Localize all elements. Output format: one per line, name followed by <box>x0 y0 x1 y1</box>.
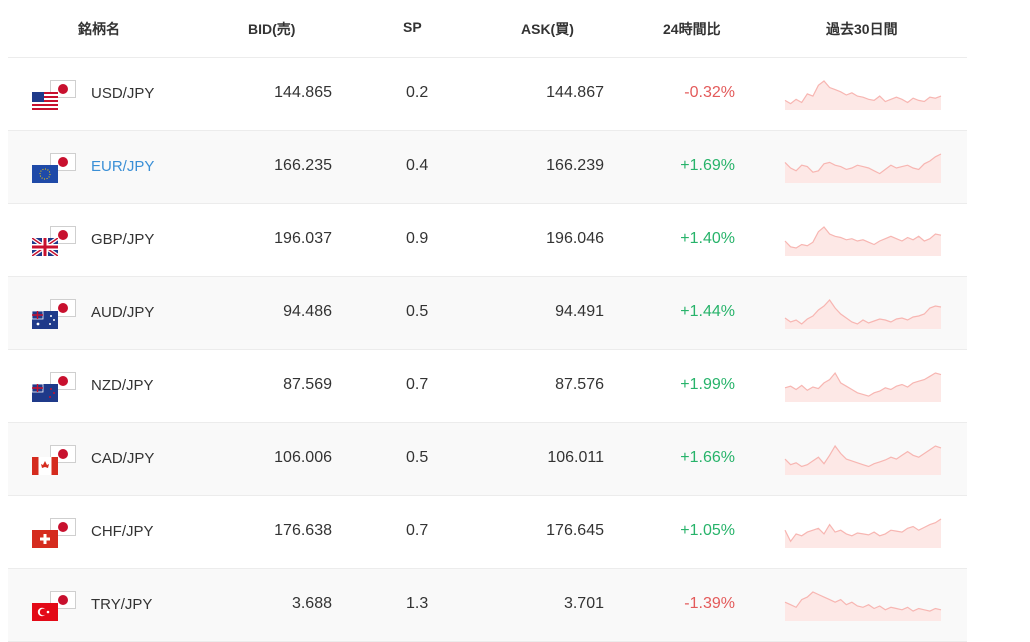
currency-pair-link[interactable]: GBP/JPY <box>91 231 154 248</box>
spread-value: 0.7 <box>406 522 429 539</box>
change-value: +1.44% <box>680 303 735 320</box>
bid-value: 196.037 <box>274 230 332 247</box>
change-value: -1.39% <box>684 595 735 612</box>
currency-pair-flags <box>32 226 80 258</box>
spread-value: 1.3 <box>406 595 429 612</box>
currency-pair-flags <box>32 299 80 331</box>
currency-pair-link[interactable]: NZD/JPY <box>91 377 154 394</box>
spread-value: 0.4 <box>406 157 429 174</box>
currency-pair-link[interactable]: USD/JPY <box>91 85 154 102</box>
ask-value: 196.046 <box>546 230 604 247</box>
spread-value: 0.7 <box>406 376 429 393</box>
currency-pair-flags <box>32 372 80 404</box>
currency-pair-link[interactable]: EUR/JPY <box>91 158 154 175</box>
currency-pair-link[interactable]: TRY/JPY <box>91 596 152 613</box>
bid-value: 144.865 <box>274 84 332 101</box>
change-value: -0.32% <box>684 84 735 101</box>
change-value: +1.05% <box>680 522 735 539</box>
sparkline-chart <box>784 153 942 183</box>
table-row[interactable]: USD/JPY 144.865 0.2 144.867 -0.32% <box>8 58 967 131</box>
change-value: +1.69% <box>680 157 735 174</box>
sparkline-chart <box>784 371 942 402</box>
table-row[interactable]: CHF/JPY 176.638 0.7 176.645 +1.05% <box>8 496 967 569</box>
currency-pair-link[interactable]: CHF/JPY <box>91 523 154 540</box>
currency-pair-flags <box>32 80 80 112</box>
currency-pair-link[interactable]: CAD/JPY <box>91 450 154 467</box>
header-bid: BID(売) <box>248 21 296 37</box>
change-value: +1.40% <box>680 230 735 247</box>
spread-value: 0.2 <box>406 84 429 101</box>
sparkline-chart <box>784 299 942 329</box>
table-row[interactable]: CAD/JPY 106.006 0.5 106.011 +1.66% <box>8 423 967 496</box>
table-row[interactable]: NZD/JPY 87.569 0.7 87.576 +1.99% <box>8 350 967 423</box>
sparkline-chart <box>784 80 942 110</box>
change-value: +1.99% <box>680 376 735 393</box>
table-header: 銘柄名 BID(売) SP ASK(買) 24時間比 過去30日間 <box>8 0 967 58</box>
bid-value: 87.569 <box>283 376 332 393</box>
currency-table: 銘柄名 BID(売) SP ASK(買) 24時間比 過去30日間 USD/JP… <box>8 0 967 642</box>
sparkline-chart <box>784 444 942 475</box>
currency-pair-flags <box>32 518 80 550</box>
spread-value: 0.9 <box>406 230 429 247</box>
ask-value: 176.645 <box>546 522 604 539</box>
bid-value: 176.638 <box>274 522 332 539</box>
ask-value: 3.701 <box>563 595 604 612</box>
table-row[interactable]: GBP/JPY 196.037 0.9 196.046 +1.40% <box>8 204 967 277</box>
sparkline-area <box>785 300 941 329</box>
header-sp: SP <box>403 19 422 35</box>
sparkline-chart <box>784 226 942 256</box>
header-name: 銘柄名 <box>78 21 120 37</box>
currency-pair-flags <box>32 153 80 185</box>
header-history: 過去30日間 <box>826 21 898 37</box>
table-row[interactable]: TRY/JPY 3.688 1.3 3.701 -1.39% <box>8 569 967 642</box>
ask-value: 87.576 <box>555 376 604 393</box>
sparkline-area <box>785 227 941 256</box>
change-value: +1.66% <box>680 449 735 466</box>
spread-value: 0.5 <box>406 449 429 466</box>
ask-value: 144.867 <box>546 84 604 101</box>
sparkline-area <box>785 446 941 475</box>
header-ask: ASK(買) <box>521 21 574 37</box>
bid-value: 94.486 <box>283 303 332 320</box>
currency-pair-link[interactable]: AUD/JPY <box>91 304 154 321</box>
sparkline-area <box>785 81 941 110</box>
currency-pair-flags <box>32 445 80 477</box>
table-row[interactable]: EUR/JPY 166.235 0.4 166.239 +1.69% <box>8 131 967 204</box>
currency-pair-flags <box>32 591 80 623</box>
sparkline-chart <box>784 518 942 548</box>
ask-value: 94.491 <box>555 303 604 320</box>
sparkline-chart <box>784 591 942 621</box>
header-change: 24時間比 <box>663 21 721 37</box>
sparkline-area <box>785 373 941 402</box>
ask-value: 166.239 <box>546 157 604 174</box>
bid-value: 3.688 <box>291 595 332 612</box>
bid-value: 166.235 <box>274 157 332 174</box>
ask-value: 106.011 <box>547 449 604 466</box>
spread-value: 0.5 <box>406 303 429 320</box>
table-row[interactable]: AUD/JPY 94.486 0.5 94.491 +1.44% <box>8 277 967 350</box>
bid-value: 106.006 <box>274 449 332 466</box>
